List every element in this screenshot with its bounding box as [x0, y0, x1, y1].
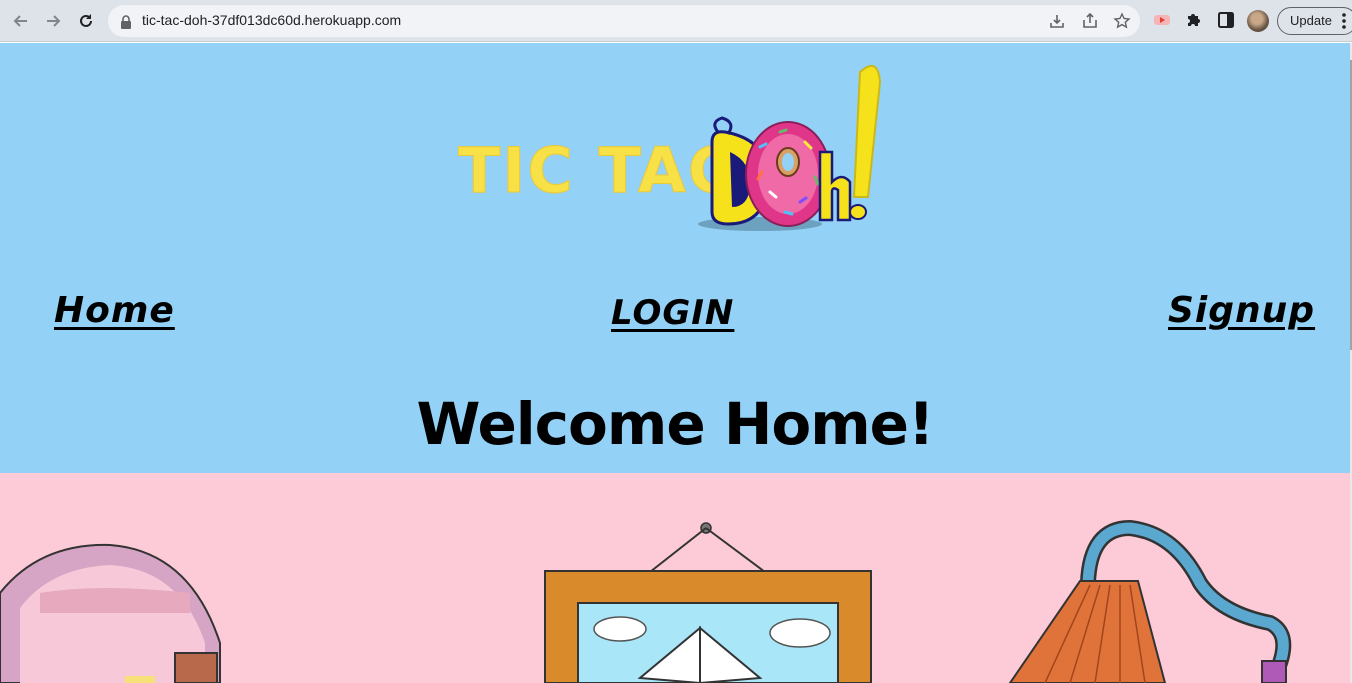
reload-icon[interactable] — [73, 8, 99, 34]
site-logo[interactable]: TIC TAC — [440, 52, 900, 242]
logo-text-left: TIC TAC — [458, 134, 735, 207]
menu-dots-icon[interactable] — [1341, 12, 1347, 34]
lock-icon — [120, 14, 132, 33]
browser-toolbar: tic-tac-doh-37df013dc60d.herokuapp.com U… — [0, 0, 1352, 42]
page-title: Welcome Home! — [416, 390, 935, 458]
nav-login-link[interactable]: LOGIN — [611, 293, 734, 333]
profile-avatar[interactable] — [1247, 10, 1269, 32]
extension-icon[interactable] — [1152, 10, 1172, 30]
framed-picture-illustration — [544, 522, 872, 683]
room-illustration — [0, 473, 1350, 683]
url-text: tic-tac-doh-37df013dc60d.herokuapp.com — [142, 12, 402, 28]
forward-icon[interactable] — [40, 8, 66, 34]
side-panel-icon[interactable] — [1216, 10, 1236, 30]
nav-home-link[interactable]: Home — [54, 290, 175, 331]
lamp-illustration — [1008, 519, 1292, 683]
address-bar[interactable]: tic-tac-doh-37df013dc60d.herokuapp.com — [108, 5, 1140, 37]
nav-signup-link[interactable]: Signup — [1168, 290, 1315, 331]
puzzle-icon[interactable] — [1184, 10, 1204, 30]
star-icon[interactable] — [1113, 12, 1131, 30]
install-icon[interactable] — [1048, 12, 1066, 30]
arched-window-illustration — [0, 543, 221, 683]
share-icon[interactable] — [1081, 12, 1099, 30]
logo-doh-graphic — [698, 64, 882, 231]
back-icon[interactable] — [8, 8, 34, 34]
